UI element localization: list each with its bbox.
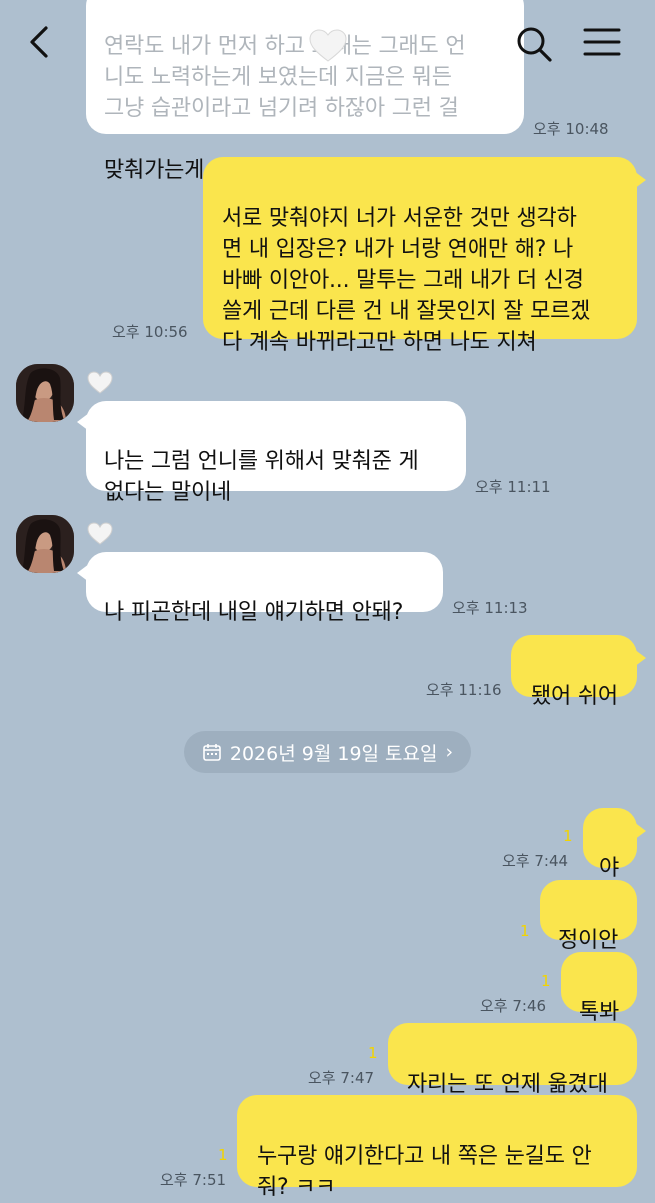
back-button[interactable] xyxy=(22,22,62,62)
message-text: 자리는 또 언제 옮겼대 xyxy=(407,1072,608,1097)
message-time: 오후 10:56 xyxy=(112,323,188,341)
menu-button[interactable] xyxy=(582,26,622,60)
unread-count: 1 xyxy=(563,827,573,845)
search-icon xyxy=(517,27,552,62)
message-text: 누구랑 얘기한다고 내 쪽은 눈길도 안 줘? ㅋㅋ xyxy=(257,1144,592,1200)
avatar[interactable] xyxy=(16,364,74,422)
message-time: 오후 11:13 xyxy=(452,599,528,617)
message-bubble-incoming[interactable]: 나 피곤한데 내일 얘기하면 안돼? xyxy=(77,552,443,625)
message-text-faded: 연락도 내가 먼저 하고 그때는 그래도 언 니도 노력하는게 보였는데 지금은… xyxy=(104,34,466,121)
chevron-right-icon: › xyxy=(445,741,454,763)
unread-count: 1 xyxy=(368,1044,378,1062)
message-bubble-outgoing[interactable]: 정이안 xyxy=(540,880,637,953)
message-text: 톡봐 xyxy=(579,1000,620,1025)
message-time: 오후 11:11 xyxy=(475,478,551,496)
message-text: 됐어 쉬어 xyxy=(531,684,618,709)
heart-icon[interactable] xyxy=(87,522,113,546)
message-bubble-incoming[interactable]: 나는 그럼 언니를 위해서 맞춰준 게 없다는 말이네 xyxy=(77,401,466,505)
message-time: 오후 10:48 xyxy=(533,120,609,138)
search-button[interactable] xyxy=(514,24,554,64)
message-text: 야 xyxy=(599,856,620,881)
calendar-icon xyxy=(203,744,221,761)
message-bubble-outgoing[interactable]: 누구랑 얘기한다고 내 쪽은 눈길도 안 줘? ㅋㅋ xyxy=(237,1095,637,1200)
date-divider[interactable]: 2026년 9월 19일 토요일 › xyxy=(184,731,471,773)
message-text: 나 피곤한데 내일 얘기하면 안돼? xyxy=(104,600,404,625)
message-time: 오후 7:51 xyxy=(160,1171,227,1189)
heart-icon[interactable] xyxy=(87,371,113,395)
unread-count: 1 xyxy=(218,1146,228,1164)
message-bubble-outgoing[interactable]: 자리는 또 언제 옮겼대 xyxy=(388,1023,637,1097)
message-bubble-outgoing[interactable]: 톡봐 xyxy=(561,952,637,1025)
message-time: 오후 7:44 xyxy=(502,852,569,870)
message-bubble-outgoing[interactable]: 됐어 쉬어 xyxy=(511,635,646,709)
heart-icon xyxy=(308,28,348,64)
unread-count: 1 xyxy=(541,972,551,990)
message-bubble-incoming[interactable]: 연락도 내가 먼저 하고 그때는 그래도 언 니도 노력하는게 보였는데 지금은… xyxy=(86,0,524,183)
message-text: 정이안 xyxy=(558,928,619,953)
message-bubble-outgoing[interactable]: 야 xyxy=(583,808,646,881)
message-time: 오후 11:16 xyxy=(426,681,502,699)
avatar[interactable] xyxy=(16,515,74,573)
date-divider-label: 2026년 9월 19일 토요일 xyxy=(229,742,438,765)
unread-count: 1 xyxy=(520,922,530,940)
message-text: 나는 그럼 언니를 위해서 맞춰준 게 없다는 말이네 xyxy=(104,449,419,505)
back-arrow-icon xyxy=(30,26,48,58)
message-bubble-outgoing[interactable]: 서로 맞춰야지 너가 서운한 것만 생각하 면 내 입장은? 내가 너랑 연애만… xyxy=(203,157,646,355)
message-time: 오후 7:46 xyxy=(480,997,547,1015)
message-text: 서로 맞춰야지 너가 서운한 것만 생각하 면 내 입장은? 내가 너랑 연애만… xyxy=(222,206,591,355)
message-time: 오후 7:47 xyxy=(308,1069,375,1087)
hamburger-menu-icon xyxy=(583,28,621,56)
